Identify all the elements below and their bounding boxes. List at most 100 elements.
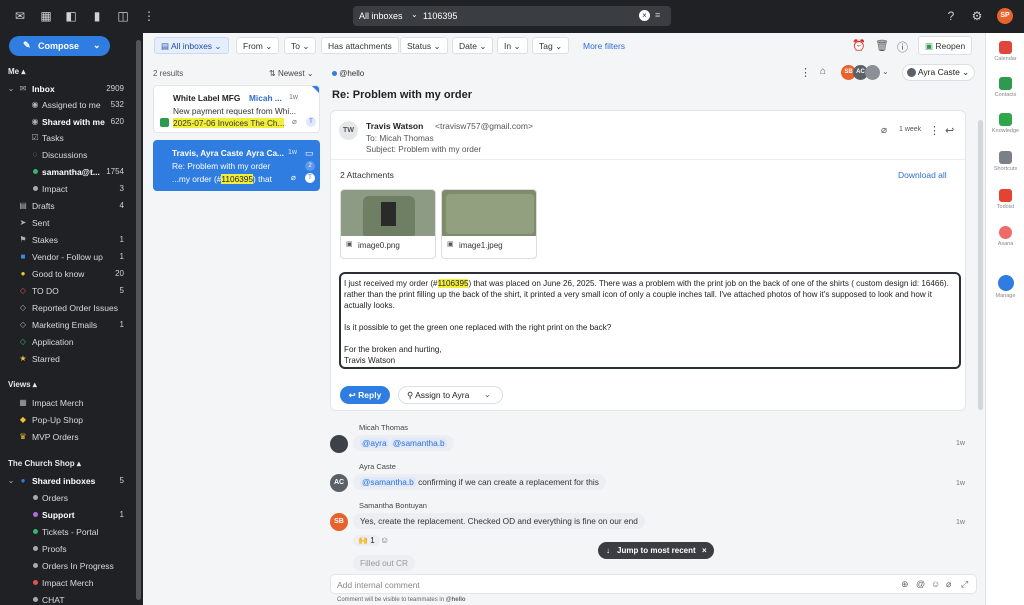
inbox-icon[interactable]: ✉ xyxy=(12,8,28,24)
chevron-down-icon[interactable]: ⌄ xyxy=(93,40,101,51)
filter-all-inboxes[interactable]: ▤ All inboxes ⌄ xyxy=(154,37,229,54)
sidebar-item-vendor[interactable]: ■ Vendor - Follow up 1 xyxy=(0,249,138,265)
spam-icon[interactable]: ⓘ xyxy=(897,39,908,55)
sidebar-item-tasks[interactable]: ☑ Tasks xyxy=(0,130,138,146)
section-views[interactable]: Views ▴ xyxy=(8,380,37,389)
more-icon[interactable]: ⋮ xyxy=(929,124,940,137)
more-icon[interactable]: ⋮ xyxy=(800,66,811,79)
search-bar[interactable]: All inboxes ⌄ 1106395 × ≡ xyxy=(353,6,671,26)
more-icon[interactable]: ⋮ xyxy=(141,8,157,24)
shortcuts-app[interactable]: Shortcuts xyxy=(986,151,1024,172)
clear-search-icon[interactable]: × xyxy=(639,10,650,21)
avatar: TW xyxy=(339,121,358,140)
tag-icon[interactable]: ⌂ xyxy=(820,66,826,77)
section-church-shop[interactable]: The Church Shop ▴ xyxy=(8,459,81,468)
sidebar-item-starred[interactable]: ★ Starred xyxy=(0,351,138,367)
trash-icon[interactable]: 🗑 xyxy=(875,39,889,52)
more-filters-link[interactable]: More filters xyxy=(583,41,625,51)
sidebar-item-chat[interactable]: CHAT xyxy=(0,592,138,605)
calendar-app[interactable]: Calendar xyxy=(986,41,1024,62)
search-scope[interactable]: All inboxes xyxy=(359,11,403,21)
sidebar-item-support[interactable]: Support 1 xyxy=(0,507,138,523)
sidebar-item-reported[interactable]: ◇ Reported Order Issues xyxy=(0,300,138,316)
snooze-icon[interactable]: ⏰ xyxy=(852,39,866,52)
assignee-dropdown[interactable]: Ayra Caste ⌄ xyxy=(902,64,975,81)
avatar[interactable]: SP xyxy=(997,8,1013,24)
sidebar-item-tickets[interactable]: Tickets - Portal xyxy=(0,524,138,540)
jump-to-recent-button[interactable]: ↓ Jump to most recent × xyxy=(598,542,714,559)
inbox-tag[interactable]: @hello xyxy=(332,69,364,78)
filter-in[interactable]: In ⌄ xyxy=(497,37,528,54)
view-impact-merch[interactable]: ▦ Impact Merch xyxy=(0,395,138,411)
sidebar-item-samantha[interactable]: samantha@t... 1754 xyxy=(0,164,138,180)
manage-app[interactable]: Manage xyxy=(986,275,1024,299)
view-mvp-orders[interactable]: ♛ MVP Orders xyxy=(0,429,138,445)
compose-button[interactable]: ✎ Compose ⌄ xyxy=(9,36,110,56)
attachment-icon[interactable]: ⌀ xyxy=(946,579,951,590)
filter-icon[interactable]: ≡ xyxy=(655,10,660,20)
search-input[interactable]: 1106395 xyxy=(423,11,457,21)
sidebar-item-good-to-know[interactable]: ● Good to know 20 xyxy=(0,266,138,282)
sidebar-item-orders[interactable]: Orders xyxy=(0,490,138,506)
chevron-down-icon[interactable]: ⌄ xyxy=(882,67,889,76)
sender-name[interactable]: Travis Watson xyxy=(366,121,423,131)
reopen-button[interactable]: ▣ Reopen xyxy=(918,36,973,55)
sidebar-item-orders-in-progress[interactable]: Orders In Progress xyxy=(0,558,138,574)
expand-icon[interactable]: ⤢ xyxy=(961,579,968,590)
list-item[interactable]: White Label MFG Micah ... 1w New payment… xyxy=(153,85,320,133)
chevron-down-icon[interactable]: ⌄ xyxy=(484,390,491,399)
sidebar-scrollbar[interactable] xyxy=(136,40,141,600)
conversation-list: 2 results ⇅ Newest ⌄ White Label MFG Mic… xyxy=(143,58,324,605)
sidebar-item-drafts[interactable]: ▤ Drafts 4 xyxy=(0,198,138,214)
emoji-icon[interactable]: ☺ xyxy=(931,579,940,589)
filter-has-attachments[interactable]: Has attachments xyxy=(321,37,399,54)
sidebar-item-shared[interactable]: ◉ Shared with me 620 xyxy=(0,114,138,130)
contacts-icon[interactable]: ◧ xyxy=(63,8,79,24)
sidebar-item-impact-merch[interactable]: Impact Merch xyxy=(0,575,138,591)
sidebar-item-sent[interactable]: ➤ Sent xyxy=(0,215,138,231)
knowledge-icon[interactable]: ◫ xyxy=(115,8,131,24)
gear-icon[interactable]: ⚙ xyxy=(969,8,985,24)
sidebar-item-discussions[interactable]: ◌ Discussions xyxy=(0,147,138,163)
sidebar-item-impact[interactable]: Impact 3 xyxy=(0,181,138,197)
contacts-icon xyxy=(999,77,1012,90)
comment-bubble: @ayra @samantha.b xyxy=(353,435,454,451)
comment-input[interactable]: Add internal comment xyxy=(337,580,420,590)
knowledge-app[interactable]: Knowledge xyxy=(986,113,1024,134)
sidebar-item-application[interactable]: ◇ Application xyxy=(0,334,138,350)
filter-to[interactable]: To ⌄ xyxy=(284,37,317,54)
filter-tag[interactable]: Tag ⌄ xyxy=(532,37,570,54)
contacts-app[interactable]: Contacts xyxy=(986,77,1024,98)
asana-app[interactable]: Asana xyxy=(986,226,1024,247)
help-icon[interactable]: ? xyxy=(943,8,959,24)
avatar: T xyxy=(305,173,315,183)
sidebar-item-todo[interactable]: ◇ TO DO 5 xyxy=(0,283,138,299)
attachment-image0[interactable]: ▣ image0.png xyxy=(340,189,436,259)
sidebar-item-inbox[interactable]: ⌄ ✉ Inbox 2909 xyxy=(0,81,138,97)
add-icon[interactable]: ⊕ xyxy=(901,579,909,590)
sidebar-item-marketing[interactable]: ◇ Marketing Emails 1 xyxy=(0,317,138,333)
avatar[interactable] xyxy=(865,65,880,80)
filter-date[interactable]: Date ⌄ xyxy=(452,37,494,54)
list-item-selected[interactable]: Travis, Ayra Caste Ayra Ca... 1w ▭ Re: P… xyxy=(153,140,320,191)
add-reaction-icon[interactable]: ☺ xyxy=(380,535,389,545)
analytics-icon[interactable]: ▮ xyxy=(89,8,105,24)
sidebar-item-proofs[interactable]: Proofs xyxy=(0,541,138,557)
todoist-app[interactable]: Todoist xyxy=(986,189,1024,210)
calendar-icon[interactable]: ▦ xyxy=(38,8,54,24)
filter-from[interactable]: From ⌄ xyxy=(236,37,280,54)
sort-dropdown[interactable]: ⇅ Newest ⌄ xyxy=(269,69,314,78)
sidebar-item-stakes[interactable]: ⚑ Stakes 1 xyxy=(0,232,138,248)
download-all-link[interactable]: Download all xyxy=(898,170,947,180)
attachment-image1[interactable]: ▣ image1.jpeg xyxy=(441,189,537,259)
view-popup-shop[interactable]: ◆ Pop-Up Shop xyxy=(0,412,138,428)
reading-scrollbar[interactable] xyxy=(978,120,983,410)
sidebar-item-shared-inboxes[interactable]: ⌄ ● Shared inboxes 5 xyxy=(0,473,138,489)
reply-icon[interactable]: ↩ xyxy=(945,124,954,137)
sidebar-item-assigned[interactable]: ◉ Assigned to me 532 xyxy=(0,97,138,113)
reaction-chip[interactable]: 🙌 1 xyxy=(353,535,380,546)
mention-icon[interactable]: @ xyxy=(916,579,925,589)
filter-status[interactable]: Status ⌄ xyxy=(400,37,448,54)
section-me[interactable]: Me ▴ xyxy=(8,67,25,76)
reply-button[interactable]: ↩ Reply xyxy=(340,386,390,404)
